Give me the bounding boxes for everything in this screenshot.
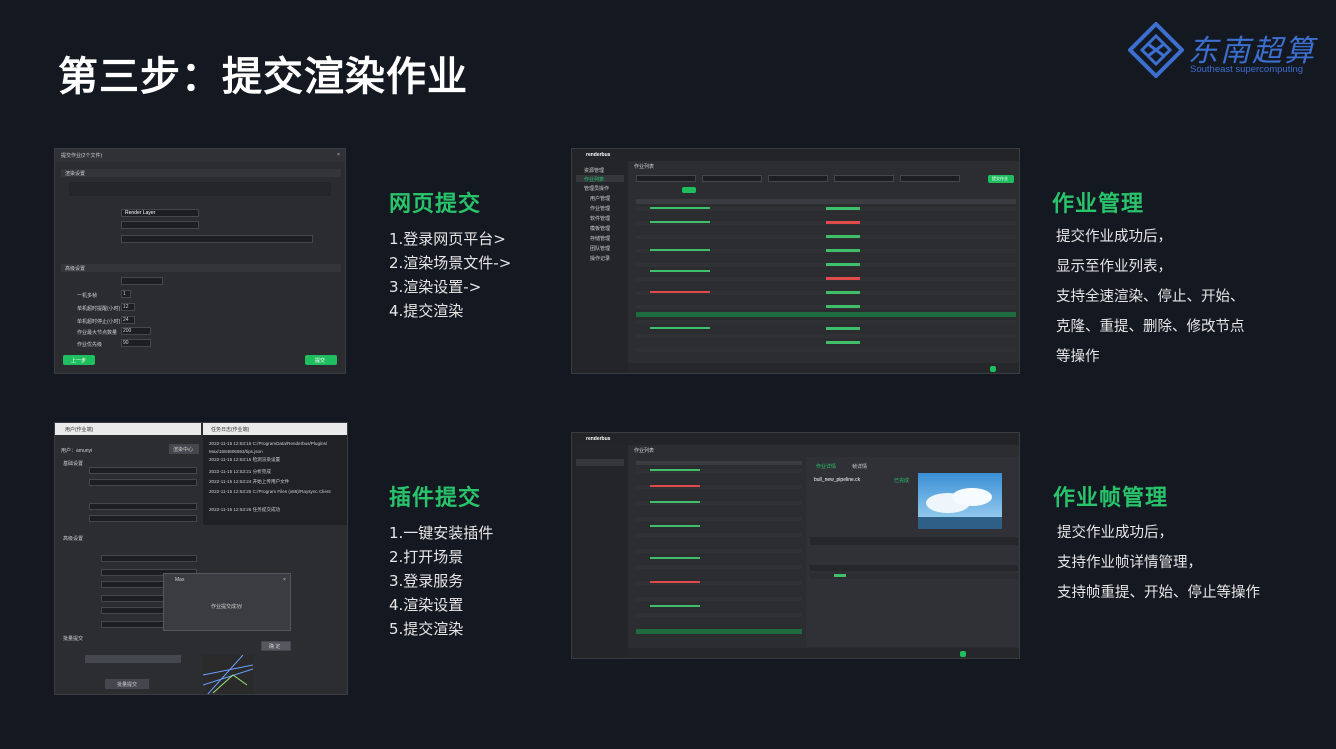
- dialog-close-icon[interactable]: ×: [283, 577, 286, 583]
- step-item: 4.提交渲染: [389, 302, 464, 320]
- viewport-preview: [203, 655, 253, 694]
- job-list-screenshot: renderbus 资源管理 作业列表 管理员操作 用户管理 作业管理 软件管理…: [571, 148, 1020, 374]
- step-item: 2.渲染场景文件->: [389, 254, 512, 272]
- close-icon[interactable]: ×: [337, 152, 340, 158]
- web-submit-title: 网页提交: [389, 192, 482, 217]
- page-title: 第三步：提交渲染作业: [58, 54, 468, 100]
- plugin-submit-steps: 1.一键安装插件 2.打开场景 3.登录服务 4.渲染设置 5.提交渲染: [389, 524, 494, 638]
- batch-submit-button[interactable]: [85, 655, 181, 663]
- step-item: 3.渲染设置->: [389, 278, 482, 296]
- logo-icon: [1128, 22, 1184, 78]
- frame-manage-screenshot: renderbus 作业列表 作业详情 帧详情 bull_new_pipelin…: [571, 432, 1020, 659]
- frame-manage-desc: 提交作业成功后， 支持作业帧详情管理， 支持帧重提、开始、停止等操作: [1057, 525, 1260, 601]
- logo-text-en: Southeast supercomputing: [1190, 64, 1304, 75]
- frame-pagination-current[interactable]: [960, 651, 966, 657]
- advanced-settings-heading: 高级设置: [65, 266, 86, 272]
- pagination-current[interactable]: [990, 366, 996, 372]
- step-item: 1.登录网页平台>: [389, 230, 506, 248]
- web-submit-screenshot: 提交作业(2个文件) × 渲染设置 Render Layer 高级设置 一机多帧…: [54, 148, 346, 374]
- plugin-screenshot: 用户(作业端) 任务日志(作业端) 用户：amunyi 渲染中心 基础设置 20…: [54, 422, 348, 695]
- frame-preview-image: [918, 473, 1002, 529]
- brand-logo: renderbus: [586, 152, 611, 158]
- plugin-submit-title: 插件提交: [389, 486, 482, 511]
- web-submit-steps: 1.登录网页平台> 2.渲染场景文件-> 3.渲染设置-> 4.提交渲染: [389, 227, 511, 323]
- render-settings-heading: 渲染设置: [65, 171, 86, 177]
- frame-manage-title: 作业帧管理: [1053, 486, 1169, 511]
- company-logo: 东南超算 Southeast supercomputing: [1128, 22, 1318, 82]
- job-manage-title: 作业管理: [1052, 192, 1145, 217]
- job-manage-desc: 提交作业成功后， 显示至作业列表， 支持全速渲染、停止、开始、 克隆、重提、删除…: [1056, 229, 1245, 365]
- dialog-title: 提交作业(2个文件): [61, 153, 103, 159]
